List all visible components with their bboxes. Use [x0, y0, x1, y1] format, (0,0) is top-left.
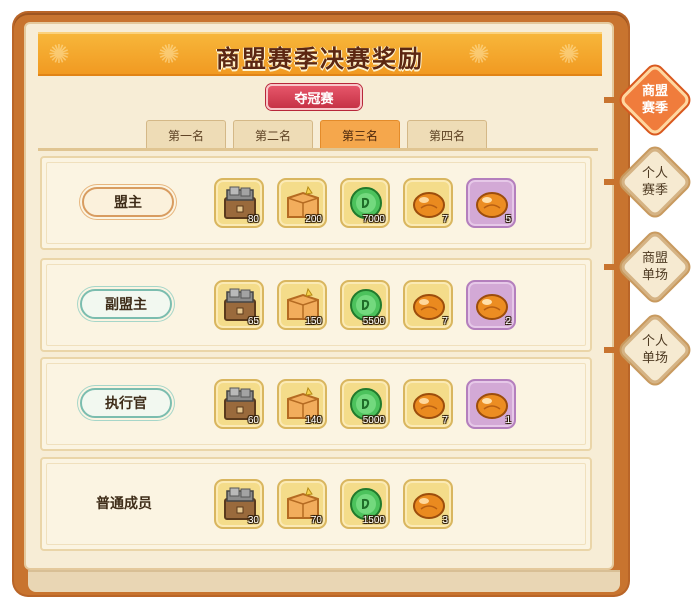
reward-item[interactable]: 70	[277, 479, 327, 529]
tab-rank-4[interactable]: 第四名	[407, 120, 487, 149]
reward-item[interactable]: 80	[214, 178, 264, 228]
reward-item[interactable]: 30	[214, 479, 264, 529]
reward-item[interactable]: 5500	[340, 280, 390, 330]
reward-item[interactable]: 150	[277, 280, 327, 330]
item-count: 150	[305, 316, 322, 327]
side-tab-label-line1: 商盟	[641, 84, 668, 99]
item-count: 200	[305, 214, 322, 225]
side-tab-label-line1: 商盟	[641, 251, 668, 266]
item-count: 65	[247, 316, 259, 327]
side-tab-label[interactable]: 个人 赛季	[625, 165, 685, 199]
tab-rank-1[interactable]: 第一名	[146, 120, 226, 149]
side-tab-label[interactable]: 商盟 赛季	[625, 83, 685, 117]
item-count: 7	[442, 214, 448, 225]
item-count: 2	[505, 316, 511, 327]
reward-item[interactable]: 7000	[340, 178, 390, 228]
reward-item[interactable]: 60	[214, 379, 264, 429]
item-count: 1500	[362, 515, 385, 526]
role-label: 盟主	[82, 187, 174, 217]
title-banner: ✺ ✺ ✺ ✺ 商盟赛季决赛奖励	[38, 32, 602, 76]
reward-item[interactable]: 5	[466, 178, 516, 228]
item-count: 5000	[362, 415, 385, 426]
item-count: 7	[442, 415, 448, 426]
reward-item[interactable]: 200	[277, 178, 327, 228]
role-label: 副盟主	[80, 289, 172, 319]
item-count: 80	[247, 214, 259, 225]
side-tab-label[interactable]: 个人 单场	[625, 333, 685, 367]
tab-divider	[38, 148, 598, 151]
reward-item[interactable]: 140	[277, 379, 327, 429]
role-label: 执行官	[80, 388, 172, 418]
side-tab-label-line1: 个人	[641, 166, 668, 181]
item-count: 7	[442, 316, 448, 327]
reward-item[interactable]: 2	[466, 280, 516, 330]
match-type-badge: 夺冠赛	[266, 84, 362, 110]
reward-item[interactable]: 3	[403, 479, 453, 529]
side-tab-label[interactable]: 商盟 单场	[625, 250, 685, 284]
item-count: 30	[247, 515, 259, 526]
board-bottom-edge	[28, 570, 620, 592]
side-tab-label-line2: 赛季	[641, 183, 668, 198]
tab-rank-3[interactable]: 第三名	[320, 120, 400, 149]
reward-item[interactable]: 7	[403, 280, 453, 330]
item-count: 7000	[362, 214, 385, 225]
page-title: 商盟赛季决赛奖励	[216, 43, 424, 73]
reward-item[interactable]: 7	[403, 379, 453, 429]
reward-item[interactable]: 1500	[340, 479, 390, 529]
reward-item[interactable]: 7	[403, 178, 453, 228]
reward-item[interactable]: 65	[214, 280, 264, 330]
item-count: 5	[505, 214, 511, 225]
side-tab-label-line1: 个人	[641, 334, 668, 349]
item-count: 5500	[362, 316, 385, 327]
side-tab-label-line2: 单场	[641, 268, 668, 283]
tab-rank-2[interactable]: 第二名	[233, 120, 313, 149]
reward-item[interactable]: 5000	[340, 379, 390, 429]
item-count: 60	[247, 415, 259, 426]
item-count: 70	[310, 515, 322, 526]
side-tab-label-line2: 赛季	[641, 101, 668, 116]
item-count: 3	[442, 515, 448, 526]
side-tab-label-line2: 单场	[641, 351, 668, 366]
item-count: 1	[505, 415, 511, 426]
item-count: 140	[305, 415, 322, 426]
role-label: 普通成员	[96, 496, 152, 512]
reward-item[interactable]: 1	[466, 379, 516, 429]
